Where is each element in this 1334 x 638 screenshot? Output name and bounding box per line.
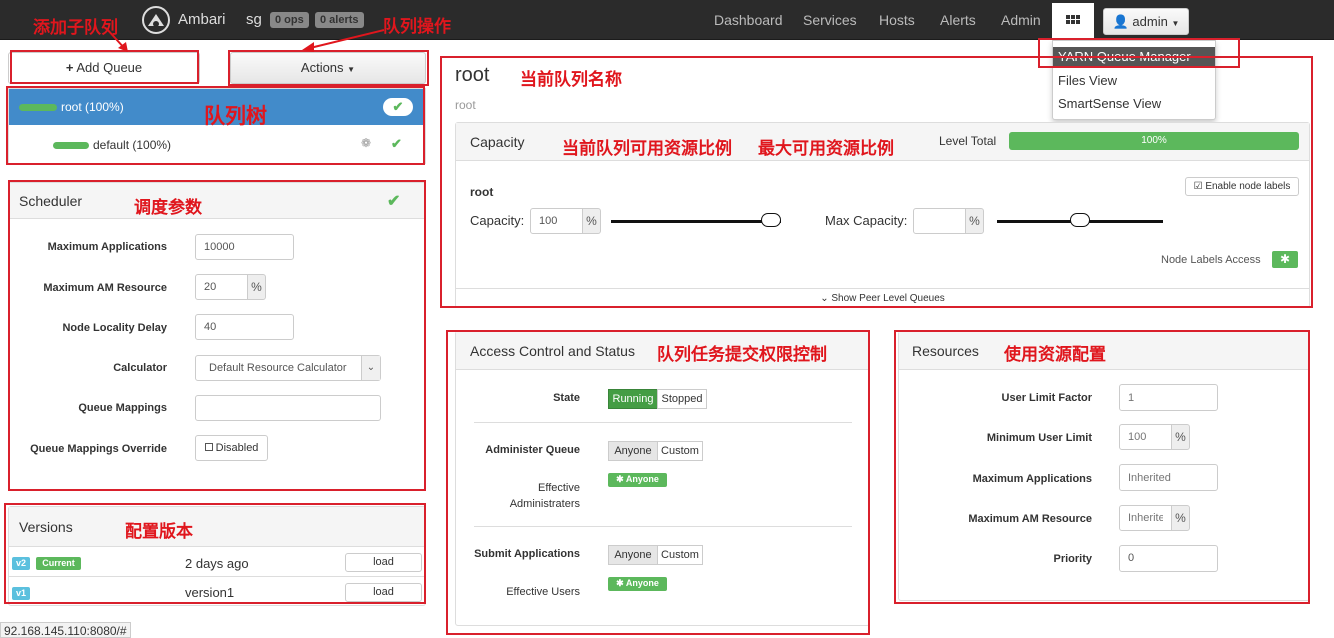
- annotation-arrow: [302, 29, 385, 52]
- grid-icon: [1066, 15, 1080, 24]
- caret-down-icon: ▼: [1171, 19, 1180, 28]
- annotation-resources: 使用资源配置: [1004, 345, 1106, 364]
- annotation-queue-ops: 队列操作: [383, 17, 451, 36]
- nav-alerts[interactable]: Alerts: [940, 12, 976, 28]
- user-name: admin: [1132, 14, 1168, 29]
- user-menu-button[interactable]: 👤 admin ▼: [1103, 8, 1189, 35]
- annotation-submit-acl: 队列任务提交权限控制: [657, 345, 827, 364]
- annotation-current-name: 当前队列名称: [520, 70, 622, 89]
- highlight-queue-capacity: [440, 56, 1313, 308]
- annotation-arrow: [105, 27, 128, 52]
- annotation-queue-tree: 队列树: [204, 105, 267, 128]
- annotation-sched-params: 调度参数: [134, 198, 202, 217]
- highlight-versions: [4, 503, 426, 604]
- annotation-max-ratio: 最大可用资源比例: [758, 139, 894, 158]
- brand-name[interactable]: Ambari: [178, 11, 226, 28]
- nav-services[interactable]: Services: [803, 12, 857, 28]
- annotation-versions: 配置版本: [125, 522, 193, 541]
- nav-admin[interactable]: Admin: [1001, 12, 1041, 28]
- highlight-scheduler: [8, 180, 426, 491]
- highlight-access-control: [446, 330, 870, 635]
- ambari-logo-icon[interactable]: [142, 6, 170, 34]
- nav-dashboard[interactable]: Dashboard: [714, 12, 783, 28]
- status-bar-url: 92.168.145.110:8080/#: [0, 622, 131, 638]
- highlight-resources: [894, 330, 1310, 604]
- nav-hosts[interactable]: Hosts: [879, 12, 915, 28]
- cluster-name[interactable]: sg: [246, 11, 262, 28]
- top-navbar: Ambari sg 0 ops 0 alerts Dashboard Servi…: [0, 0, 1334, 40]
- annotation-available-ratio: 当前队列可用资源比例: [562, 139, 732, 158]
- views-grid-button[interactable]: [1052, 3, 1094, 40]
- user-icon: 👤: [1112, 14, 1129, 29]
